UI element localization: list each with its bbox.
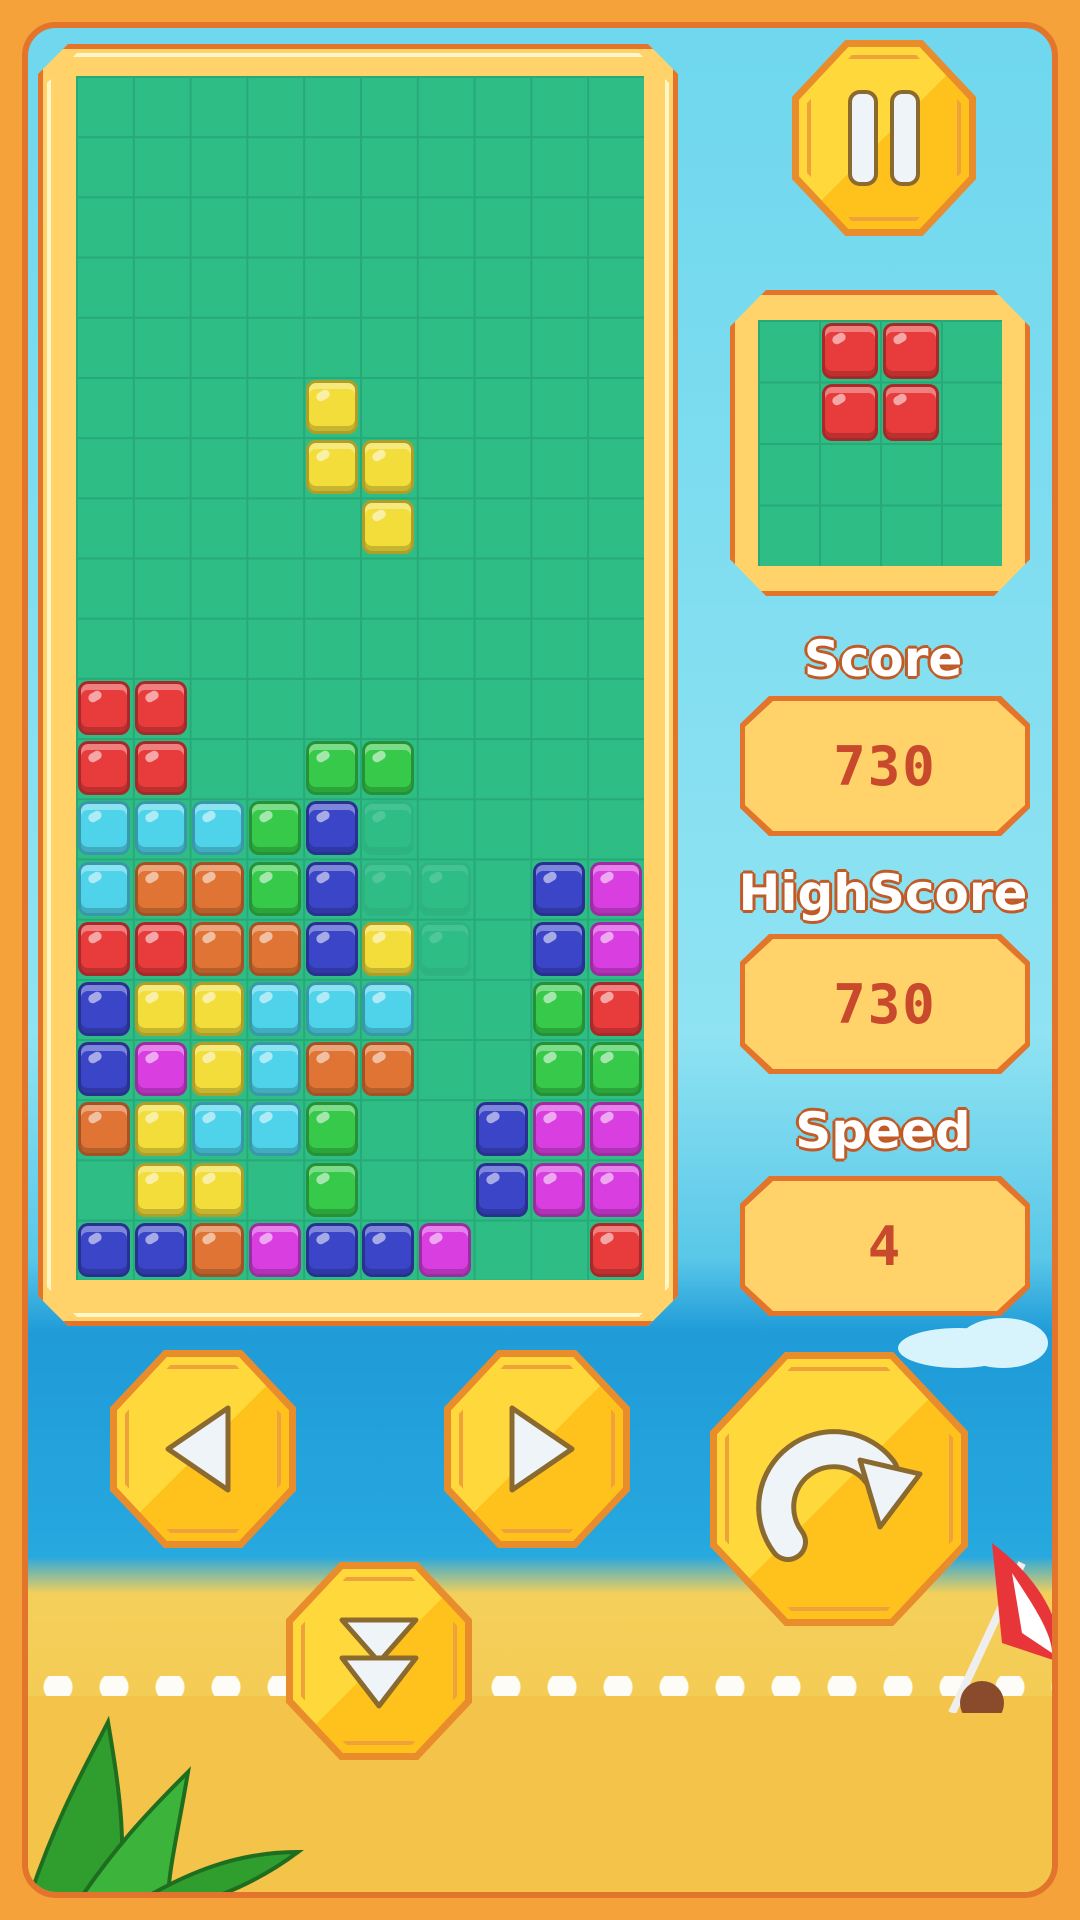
block [248, 1222, 301, 1277]
block [305, 1162, 358, 1217]
block [589, 921, 642, 976]
block [305, 1222, 358, 1277]
block [589, 1162, 642, 1217]
rotate-icon [756, 1429, 923, 1562]
block [192, 801, 244, 856]
block [476, 1162, 528, 1217]
cloud [958, 1318, 1048, 1368]
block [305, 440, 358, 495]
block [135, 741, 188, 796]
block [78, 741, 131, 796]
block [135, 982, 188, 1036]
block [192, 861, 244, 916]
block [532, 921, 585, 976]
block [78, 801, 131, 856]
block [532, 1042, 585, 1097]
block [78, 861, 131, 916]
block [135, 1042, 188, 1097]
block [135, 921, 188, 976]
next-piece-block [821, 384, 878, 441]
block [362, 921, 415, 976]
block [192, 921, 244, 976]
speed-value: 4 [867, 1214, 903, 1278]
block [135, 1162, 188, 1217]
block [248, 1042, 301, 1097]
block [589, 1222, 642, 1277]
block [248, 1102, 301, 1157]
block [78, 1222, 131, 1277]
block [135, 1222, 188, 1277]
double-down-arrow-icon [339, 1617, 419, 1709]
block [135, 861, 188, 916]
block [135, 801, 188, 856]
block [589, 861, 642, 916]
block [248, 861, 301, 916]
highscore-box: 730 [740, 934, 1030, 1074]
block [419, 1222, 472, 1277]
next-piece-block [821, 322, 878, 379]
block [589, 1042, 642, 1097]
ghost-block [419, 921, 472, 976]
rotate-button[interactable] [710, 1352, 968, 1626]
block [192, 1102, 244, 1157]
arrow-right-icon [509, 1405, 575, 1493]
block [248, 801, 301, 856]
block [476, 1102, 528, 1157]
score-value: 730 [833, 734, 937, 798]
highscore-label: HighScore [737, 863, 1029, 924]
block [362, 500, 415, 555]
next-piece-block [882, 384, 939, 441]
block [78, 982, 131, 1036]
block [305, 1042, 358, 1097]
block [248, 982, 301, 1036]
block [305, 921, 358, 976]
arrow-left-icon [165, 1405, 231, 1493]
block [192, 1162, 244, 1217]
move-left-button[interactable] [110, 1350, 296, 1548]
drop-down-button[interactable] [286, 1562, 472, 1760]
block [305, 380, 358, 434]
pause-button[interactable] [792, 40, 976, 236]
block [78, 921, 131, 976]
block [305, 1102, 358, 1157]
block [532, 982, 585, 1036]
block [305, 861, 358, 916]
block [305, 982, 358, 1036]
block [362, 741, 415, 796]
block [135, 681, 188, 735]
score-label: Score [802, 629, 964, 690]
block [362, 1222, 415, 1277]
block [305, 741, 358, 796]
block [589, 982, 642, 1036]
block [532, 1102, 585, 1157]
speed-box: 4 [740, 1176, 1030, 1316]
next-piece-grid [758, 320, 1002, 566]
score-box: 730 [740, 696, 1030, 836]
block [362, 1042, 415, 1097]
block [192, 982, 244, 1036]
highscore-value: 730 [833, 972, 937, 1036]
block [362, 982, 415, 1036]
pause-icon [848, 90, 920, 186]
move-right-button[interactable] [444, 1350, 630, 1548]
block [192, 1042, 244, 1097]
ghost-block [419, 861, 472, 916]
block [248, 921, 301, 976]
block [135, 1102, 188, 1157]
block [78, 1042, 131, 1097]
block [362, 440, 415, 495]
block [192, 1222, 244, 1277]
next-piece-block [882, 322, 939, 379]
block [78, 1102, 131, 1157]
ghost-block [362, 861, 415, 916]
block [305, 801, 358, 856]
speed-label: Speed [794, 1101, 972, 1162]
block [532, 861, 585, 916]
game-board[interactable] [76, 76, 644, 1280]
palm-leaves-decoration [29, 1715, 305, 1892]
block [589, 1102, 642, 1157]
ghost-block [362, 801, 415, 856]
block [78, 681, 131, 735]
block [532, 1162, 585, 1217]
